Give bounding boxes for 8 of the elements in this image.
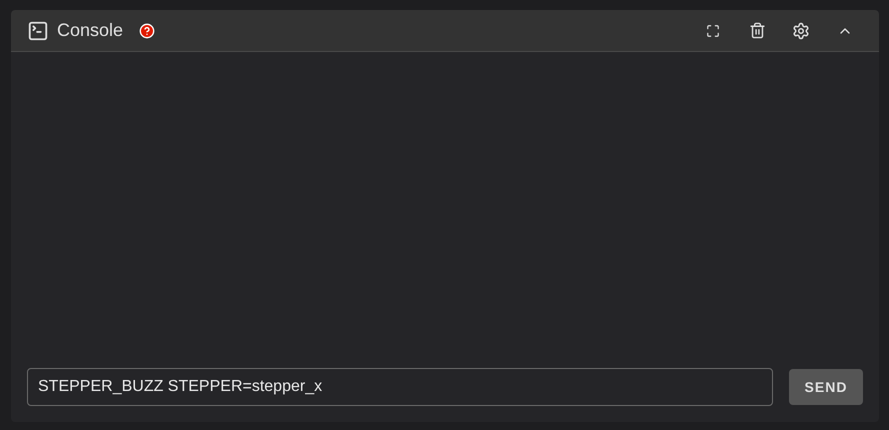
terminal-icon [27, 20, 49, 42]
trash-icon [748, 22, 766, 39]
panel-title: Console [57, 20, 124, 41]
send-button[interactable]: SEND [789, 369, 863, 405]
command-field[interactable]: STEPPER_BUZZ STEPPER=stepper_x [27, 368, 773, 406]
fullscreen-icon [706, 24, 720, 38]
settings-icon [792, 22, 810, 40]
help-icon[interactable] [139, 22, 156, 38]
